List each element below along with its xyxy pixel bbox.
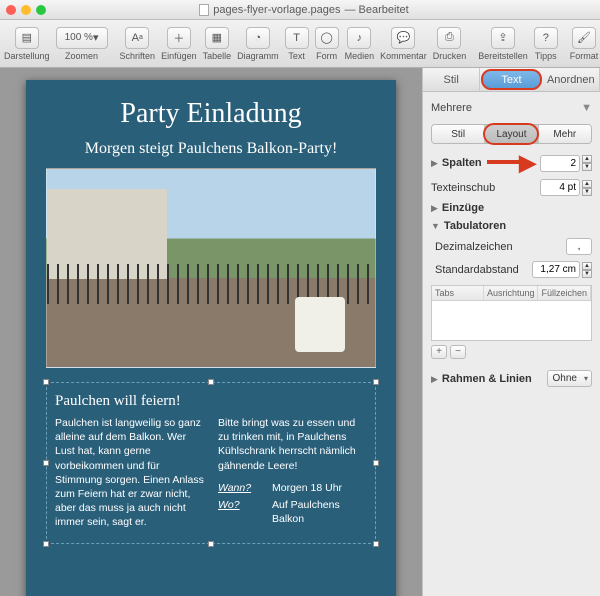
paragraph-style-name[interactable]: Mehrere [431, 102, 472, 114]
document-canvas[interactable]: Party Einladung Morgen steigt Paulchens … [0, 68, 422, 596]
remove-tabstop-button[interactable]: − [450, 345, 466, 359]
column-2[interactable]: Bitte bringt was zu essen und zu trinken… [218, 416, 367, 529]
resize-handle[interactable] [373, 460, 379, 466]
stepper-down[interactable]: ▼ [582, 163, 592, 171]
disclosure-icon[interactable]: ▶ [431, 374, 438, 384]
resize-handle[interactable] [208, 541, 214, 547]
annotation-arrow-icon: ▶ [519, 150, 536, 176]
text-inset-field[interactable] [540, 179, 580, 196]
comment-button[interactable]: 💬 [391, 27, 415, 49]
decimal-char-field[interactable] [566, 238, 592, 255]
resize-handle[interactable] [208, 379, 214, 385]
text-button[interactable]: T [285, 27, 309, 49]
fonts-button[interactable]: Aa [125, 27, 149, 49]
columns-label: Spalten [442, 157, 482, 169]
indents-label: Einzüge [442, 202, 484, 214]
text-subtabs: Stil Layout Mehr [431, 124, 592, 144]
zoom-window-button[interactable] [36, 5, 46, 15]
disclosure-icon[interactable]: ▶ [431, 203, 438, 213]
decimal-char-label: Dezimalzeichen [435, 241, 513, 253]
resize-handle[interactable] [43, 379, 49, 385]
where-value: Auf Paulchens Balkon [272, 498, 367, 526]
table-button[interactable]: ▦ [205, 27, 229, 49]
close-window-button[interactable] [6, 5, 16, 15]
document-icon [199, 4, 209, 16]
borders-dropdown[interactable]: Ohne [547, 370, 592, 387]
tabstops-table[interactable]: Tabs Ausrichtung Füllzeichen [431, 285, 592, 341]
resize-handle[interactable] [43, 460, 49, 466]
stepper-up[interactable]: ▲ [582, 262, 592, 270]
default-spacing-label: Standardabstand [435, 264, 519, 276]
section-heading[interactable]: Paulchen will feiern! [55, 393, 367, 410]
default-spacing-field[interactable] [532, 261, 580, 278]
flyer-subtitle[interactable]: Morgen steigt Paulchens Balkon-Party! [46, 140, 376, 158]
subtab-layout[interactable]: Layout [485, 125, 538, 143]
where-label: Wo? [218, 498, 266, 526]
col-fill: Füllzeichen [538, 286, 591, 300]
resize-handle[interactable] [43, 541, 49, 547]
flyer-title[interactable]: Party Einladung [46, 98, 376, 130]
view-label: Darstellung [4, 51, 50, 61]
tips-button[interactable]: ? [534, 27, 558, 49]
inspector-tab-style[interactable]: Stil [423, 68, 480, 91]
minimize-window-button[interactable] [21, 5, 31, 15]
when-label: Wann? [218, 481, 266, 495]
print-button[interactable]: ⎙ [437, 27, 461, 49]
format-button[interactable]: 🖌 [572, 27, 596, 49]
disclosure-icon[interactable]: ▶ [431, 158, 438, 168]
window-edited: — Bearbeitet [344, 4, 408, 16]
stepper-down[interactable]: ▼ [582, 270, 592, 278]
stepper-down[interactable]: ▼ [582, 188, 592, 196]
format-inspector: Stil Text Anordnen Mehrere ▼ Stil Layout… [422, 68, 600, 596]
view-button[interactable]: ▤ [15, 27, 39, 49]
stepper-up[interactable]: ▲ [582, 180, 592, 188]
inspector-tab-arrange[interactable]: Anordnen [543, 68, 600, 91]
toolbar: ▤Darstellung 100 % ▾Zoomen AaSchriften ＋… [0, 20, 600, 68]
tabstops-label: Tabulatoren [444, 220, 506, 232]
window-titlebar: pages-flyer-vorlage.pages — Bearbeitet [0, 0, 600, 20]
flyer-photo[interactable] [46, 168, 376, 368]
add-tabstop-button[interactable]: + [431, 345, 447, 359]
shape-button[interactable]: ◯ [315, 27, 339, 49]
zoom-dropdown[interactable]: 100 % ▾ [56, 27, 108, 49]
col-align: Ausrichtung [484, 286, 539, 300]
media-button[interactable]: ♪ [347, 27, 371, 49]
inspector-tab-text[interactable]: Text [481, 69, 541, 90]
zoom-label: Zoomen [65, 51, 98, 61]
flyer-page: Party Einladung Morgen steigt Paulchens … [26, 80, 396, 596]
col-tabs: Tabs [432, 286, 484, 300]
stepper-up[interactable]: ▲ [582, 155, 592, 163]
text-inset-label: Texteinschub [431, 182, 495, 194]
column-1[interactable]: Paulchen ist langweilig so ganz alleine … [55, 416, 204, 529]
columns-field[interactable] [540, 155, 580, 172]
borders-label: Rahmen & Linien [442, 373, 532, 385]
resize-handle[interactable] [373, 541, 379, 547]
window-filename: pages-flyer-vorlage.pages [213, 4, 340, 16]
subtab-style[interactable]: Stil [432, 125, 485, 143]
disclosure-icon[interactable]: ▼ [431, 221, 440, 231]
style-disclosure-icon[interactable]: ▼ [581, 102, 592, 114]
chart-button[interactable]: ◔ [246, 27, 270, 49]
subtab-more[interactable]: Mehr [539, 125, 591, 143]
selected-text-box[interactable]: Paulchen will feiern! Paulchen ist langw… [46, 382, 376, 544]
resize-handle[interactable] [373, 379, 379, 385]
share-button[interactable]: ⇪ [491, 27, 515, 49]
insert-button[interactable]: ＋ [167, 27, 191, 49]
when-value: Morgen 18 Uhr [272, 481, 367, 495]
